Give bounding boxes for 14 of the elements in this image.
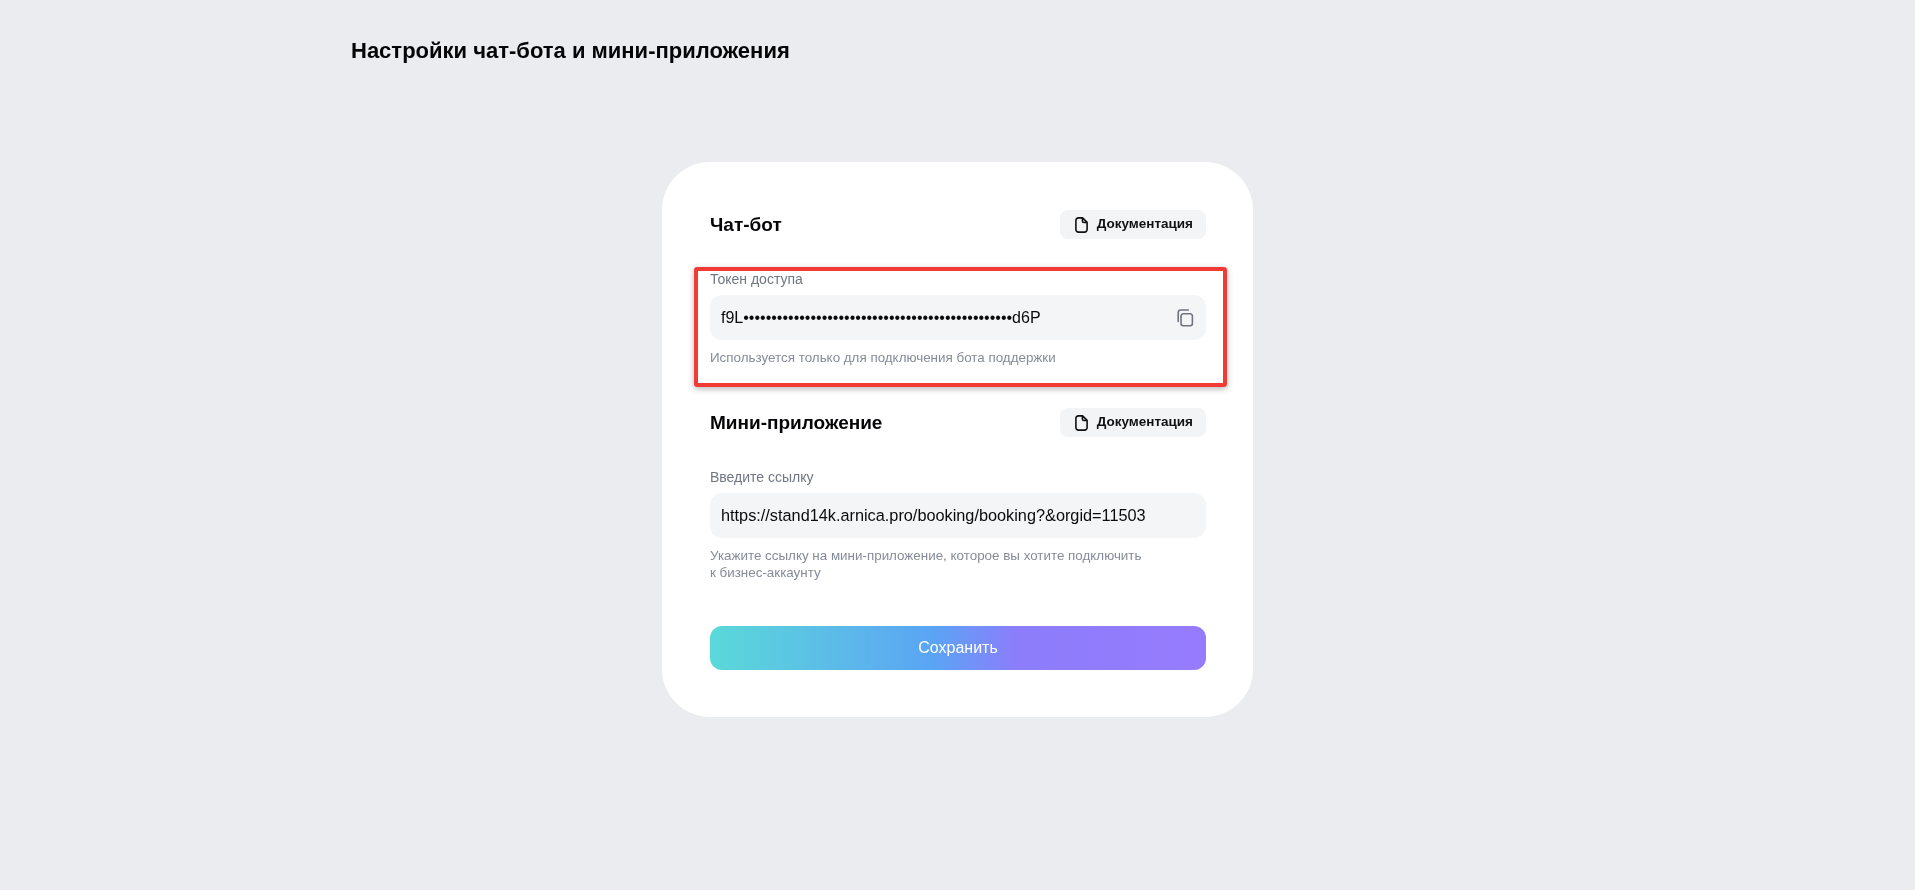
- url-field[interactable]: https://stand14k.arnica.pro/booking/booking?&orgid=11503: [710, 493, 1206, 538]
- page-title: Настройки чат-бота и мини-приложения: [351, 38, 790, 64]
- token-field[interactable]: f9L••••••••••••••••••••••••••••••••••••••••••••••••d6P: [710, 295, 1206, 340]
- documentation-button[interactable]: Документация: [1059, 210, 1206, 239]
- document-icon: [1074, 414, 1088, 431]
- copy-icon[interactable]: [1176, 308, 1194, 327]
- document-icon: [1074, 216, 1088, 233]
- field-hint: Укажите ссылку на мини-приложение, которое вы хотите подключить к бизнес-аккаунту: [710, 547, 1143, 581]
- section-heading: Мини-приложение: [710, 410, 883, 435]
- documentation-button[interactable]: Документация: [1059, 408, 1206, 437]
- field-label: Введите ссылку: [710, 469, 815, 485]
- field-hint: Используется только для подключения бота поддержки: [710, 349, 1057, 366]
- field-label: Токен доступа: [710, 271, 804, 287]
- section-heading: Чат-бот: [710, 212, 782, 237]
